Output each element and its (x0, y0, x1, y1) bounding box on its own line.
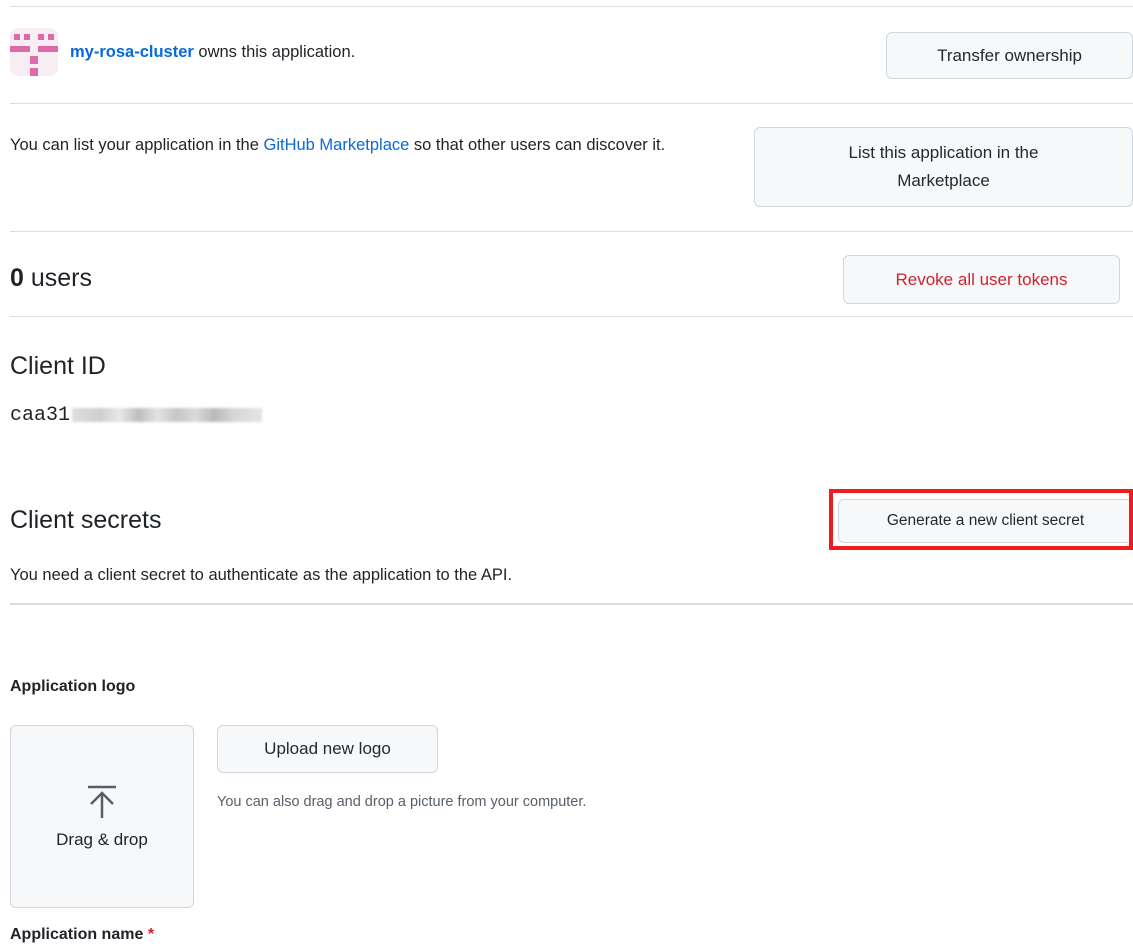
avatar[interactable] (10, 28, 58, 76)
upload-arrow-icon (88, 785, 116, 818)
marketplace-text-before: You can list your application in the (10, 136, 259, 154)
dropzone-text: Drag & drop (56, 829, 148, 849)
upload-help-text: You can also drag and drop a picture fro… (217, 794, 587, 810)
client-id-prefix: caa31 (10, 404, 71, 427)
application-name-text: Application name (10, 926, 144, 943)
required-mark: * (147, 926, 155, 943)
divider (10, 6, 1133, 7)
owner-suffix: owns this application. (198, 43, 356, 61)
marketplace-text-after: so that other users can discover it. (413, 136, 666, 154)
divider (10, 231, 1133, 232)
highlight-box (829, 489, 1133, 550)
application-name-label: Application name * (10, 923, 154, 947)
list-in-marketplace-button[interactable]: List this application in the Marketplace (754, 127, 1133, 207)
client-id-title: Client ID (10, 352, 106, 380)
marketplace-text: You can list your application in the Git… (10, 133, 750, 157)
marketplace-link[interactable]: GitHub Marketplace (263, 136, 409, 154)
users-count-label: users (30, 264, 92, 292)
client-secrets-description: You need a client secret to authenticate… (10, 566, 513, 584)
revoke-user-tokens-button[interactable]: Revoke all user tokens (843, 255, 1120, 304)
users-count: 0 users (10, 264, 92, 293)
owner-link[interactable]: my-rosa-cluster (70, 43, 194, 61)
divider (10, 316, 1133, 317)
logo-dropzone[interactable]: Drag & drop (10, 725, 194, 908)
client-id-value: caa31 (10, 404, 263, 428)
owner-text: my-rosa-cluster owns this application. (70, 40, 355, 64)
users-count-number: 0 (10, 264, 24, 292)
client-secrets-title: Client secrets (10, 506, 162, 534)
divider (10, 603, 1133, 605)
transfer-ownership-button[interactable]: Transfer ownership (886, 32, 1133, 79)
divider (10, 103, 1133, 104)
upload-logo-button[interactable]: Upload new logo (217, 725, 438, 773)
application-logo-label: Application logo (10, 678, 136, 695)
client-id-redacted (72, 407, 263, 422)
